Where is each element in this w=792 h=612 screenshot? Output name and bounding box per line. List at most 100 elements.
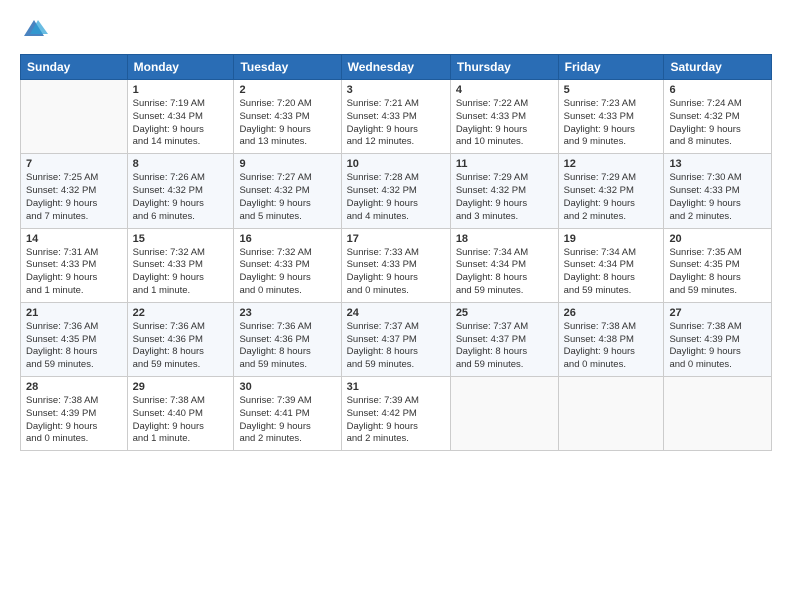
calendar-cell: 21 Sunrise: 7:36 AMSunset: 4:35 PMDayligh… <box>21 302 128 376</box>
calendar-cell <box>450 377 558 451</box>
calendar-cell: 7 Sunrise: 7:25 AMSunset: 4:32 PMDaylight… <box>21 154 128 228</box>
day-number: 30 <box>239 381 335 393</box>
day-info: Sunrise: 7:30 AMSunset: 4:33 PMDaylight:… <box>669 172 766 223</box>
day-number: 8 <box>133 158 229 170</box>
day-info: Sunrise: 7:32 AMSunset: 4:33 PMDaylight:… <box>239 247 335 298</box>
day-number: 12 <box>564 158 659 170</box>
day-info: Sunrise: 7:37 AMSunset: 4:37 PMDaylight:… <box>456 321 553 372</box>
day-info: Sunrise: 7:27 AMSunset: 4:32 PMDaylight:… <box>239 172 335 223</box>
calendar-cell: 20 Sunrise: 7:35 AMSunset: 4:35 PMDayligh… <box>664 228 772 302</box>
calendar-cell <box>664 377 772 451</box>
day-info: Sunrise: 7:22 AMSunset: 4:33 PMDaylight:… <box>456 98 553 149</box>
calendar-cell: 11 Sunrise: 7:29 AMSunset: 4:32 PMDayligh… <box>450 154 558 228</box>
calendar-cell: 8 Sunrise: 7:26 AMSunset: 4:32 PMDaylight… <box>127 154 234 228</box>
day-number: 29 <box>133 381 229 393</box>
day-info: Sunrise: 7:33 AMSunset: 4:33 PMDaylight:… <box>347 247 445 298</box>
day-info: Sunrise: 7:20 AMSunset: 4:33 PMDaylight:… <box>239 98 335 149</box>
calendar-cell: 6Sunrise: 7:24 AMSunset: 4:32 PMDaylight… <box>664 80 772 154</box>
calendar-cell: 15 Sunrise: 7:32 AMSunset: 4:33 PMDayligh… <box>127 228 234 302</box>
day-number: 13 <box>669 158 766 170</box>
day-number: 31 <box>347 381 445 393</box>
day-number: 1 <box>133 84 229 96</box>
day-info: Sunrise: 7:26 AMSunset: 4:32 PMDaylight:… <box>133 172 229 223</box>
calendar-cell: 5 Sunrise: 7:23 AMSunset: 4:33 PMDaylight… <box>558 80 664 154</box>
day-number: 3 <box>347 84 445 96</box>
calendar-header-row: SundayMondayTuesdayWednesdayThursdayFrid… <box>21 55 772 80</box>
calendar-week-row: 1 Sunrise: 7:19 AMSunset: 4:34 PMDaylight… <box>21 80 772 154</box>
day-number: 25 <box>456 307 553 319</box>
day-info: Sunrise: 7:34 AMSunset: 4:34 PMDaylight:… <box>564 247 659 298</box>
calendar-cell: 16 Sunrise: 7:32 AMSunset: 4:33 PMDayligh… <box>234 228 341 302</box>
day-info: Sunrise: 7:24 AMSunset: 4:32 PMDaylight:… <box>669 98 766 149</box>
calendar-cell: 4 Sunrise: 7:22 AMSunset: 4:33 PMDaylight… <box>450 80 558 154</box>
day-info: Sunrise: 7:36 AMSunset: 4:36 PMDaylight:… <box>239 321 335 372</box>
day-number: 22 <box>133 307 229 319</box>
day-info: Sunrise: 7:38 AMSunset: 4:38 PMDaylight:… <box>564 321 659 372</box>
calendar-cell: 13 Sunrise: 7:30 AMSunset: 4:33 PMDayligh… <box>664 154 772 228</box>
day-number: 10 <box>347 158 445 170</box>
day-info: Sunrise: 7:39 AMSunset: 4:41 PMDaylight:… <box>239 395 335 446</box>
calendar-cell <box>558 377 664 451</box>
day-info: Sunrise: 7:38 AMSunset: 4:39 PMDaylight:… <box>26 395 122 446</box>
day-number: 4 <box>456 84 553 96</box>
day-number: 27 <box>669 307 766 319</box>
calendar-cell: 26 Sunrise: 7:38 AMSunset: 4:38 PMDayligh… <box>558 302 664 376</box>
day-info: Sunrise: 7:28 AMSunset: 4:32 PMDaylight:… <box>347 172 445 223</box>
calendar-header-monday: Monday <box>127 55 234 80</box>
day-number: 15 <box>133 233 229 245</box>
day-number: 7 <box>26 158 122 170</box>
day-number: 14 <box>26 233 122 245</box>
day-number: 21 <box>26 307 122 319</box>
day-info: Sunrise: 7:23 AMSunset: 4:33 PMDaylight:… <box>564 98 659 149</box>
calendar-header-friday: Friday <box>558 55 664 80</box>
day-info: Sunrise: 7:29 AMSunset: 4:32 PMDaylight:… <box>456 172 553 223</box>
calendar-cell: 24 Sunrise: 7:37 AMSunset: 4:37 PMDayligh… <box>341 302 450 376</box>
calendar-cell: 22 Sunrise: 7:36 AMSunset: 4:36 PMDayligh… <box>127 302 234 376</box>
day-number: 18 <box>456 233 553 245</box>
calendar-cell: 3Sunrise: 7:21 AMSunset: 4:33 PMDaylight… <box>341 80 450 154</box>
day-number: 26 <box>564 307 659 319</box>
day-info: Sunrise: 7:39 AMSunset: 4:42 PMDaylight:… <box>347 395 445 446</box>
day-info: Sunrise: 7:35 AMSunset: 4:35 PMDaylight:… <box>669 247 766 298</box>
day-number: 11 <box>456 158 553 170</box>
calendar: SundayMondayTuesdayWednesdayThursdayFrid… <box>20 54 772 451</box>
day-number: 2 <box>239 84 335 96</box>
day-number: 28 <box>26 381 122 393</box>
day-number: 5 <box>564 84 659 96</box>
calendar-cell: 29Sunrise: 7:38 AMSunset: 4:40 PMDayligh… <box>127 377 234 451</box>
day-info: Sunrise: 7:25 AMSunset: 4:32 PMDaylight:… <box>26 172 122 223</box>
day-number: 23 <box>239 307 335 319</box>
day-info: Sunrise: 7:38 AMSunset: 4:39 PMDaylight:… <box>669 321 766 372</box>
day-number: 17 <box>347 233 445 245</box>
calendar-header-sunday: Sunday <box>21 55 128 80</box>
day-info: Sunrise: 7:29 AMSunset: 4:32 PMDaylight:… <box>564 172 659 223</box>
calendar-cell <box>21 80 128 154</box>
day-number: 9 <box>239 158 335 170</box>
calendar-week-row: 21 Sunrise: 7:36 AMSunset: 4:35 PMDayligh… <box>21 302 772 376</box>
day-number: 24 <box>347 307 445 319</box>
calendar-cell: 10 Sunrise: 7:28 AMSunset: 4:32 PMDayligh… <box>341 154 450 228</box>
calendar-cell: 1 Sunrise: 7:19 AMSunset: 4:34 PMDaylight… <box>127 80 234 154</box>
day-number: 19 <box>564 233 659 245</box>
calendar-cell: 2 Sunrise: 7:20 AMSunset: 4:33 PMDaylight… <box>234 80 341 154</box>
calendar-cell: 31 Sunrise: 7:39 AMSunset: 4:42 PMDayligh… <box>341 377 450 451</box>
calendar-week-row: 7 Sunrise: 7:25 AMSunset: 4:32 PMDaylight… <box>21 154 772 228</box>
calendar-header-wednesday: Wednesday <box>341 55 450 80</box>
day-info: Sunrise: 7:32 AMSunset: 4:33 PMDaylight:… <box>133 247 229 298</box>
day-info: Sunrise: 7:36 AMSunset: 4:35 PMDaylight:… <box>26 321 122 372</box>
day-info: Sunrise: 7:19 AMSunset: 4:34 PMDaylight:… <box>133 98 229 149</box>
calendar-header-saturday: Saturday <box>664 55 772 80</box>
day-number: 20 <box>669 233 766 245</box>
day-info: Sunrise: 7:31 AMSunset: 4:33 PMDaylight:… <box>26 247 122 298</box>
calendar-cell: 28 Sunrise: 7:38 AMSunset: 4:39 PMDayligh… <box>21 377 128 451</box>
day-info: Sunrise: 7:34 AMSunset: 4:34 PMDaylight:… <box>456 247 553 298</box>
calendar-cell: 9 Sunrise: 7:27 AMSunset: 4:32 PMDaylight… <box>234 154 341 228</box>
calendar-cell: 17 Sunrise: 7:33 AMSunset: 4:33 PMDayligh… <box>341 228 450 302</box>
day-info: Sunrise: 7:37 AMSunset: 4:37 PMDaylight:… <box>347 321 445 372</box>
calendar-cell: 30 Sunrise: 7:39 AMSunset: 4:41 PMDayligh… <box>234 377 341 451</box>
calendar-header-tuesday: Tuesday <box>234 55 341 80</box>
day-number: 16 <box>239 233 335 245</box>
day-info: Sunrise: 7:36 AMSunset: 4:36 PMDaylight:… <box>133 321 229 372</box>
calendar-week-row: 14 Sunrise: 7:31 AMSunset: 4:33 PMDayligh… <box>21 228 772 302</box>
calendar-cell: 18 Sunrise: 7:34 AMSunset: 4:34 PMDayligh… <box>450 228 558 302</box>
